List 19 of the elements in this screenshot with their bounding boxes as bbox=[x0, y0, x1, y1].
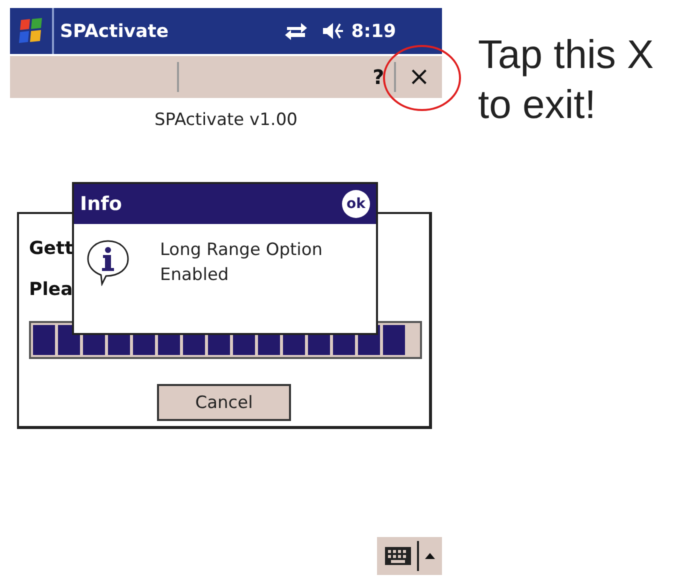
keyboard-icon bbox=[384, 547, 410, 565]
popup-message: Long Range Option Enabled bbox=[160, 239, 324, 287]
info-icon bbox=[86, 238, 130, 286]
annotation-text: to exit! bbox=[478, 82, 597, 129]
input-panel-button[interactable] bbox=[377, 537, 442, 575]
connectivity-icon[interactable] bbox=[283, 21, 310, 41]
popup-title: Info bbox=[80, 193, 122, 215]
cancel-button[interactable]: Cancel bbox=[157, 384, 291, 421]
clock: 8:19 bbox=[351, 20, 396, 42]
speaker-icon[interactable] bbox=[321, 21, 346, 41]
close-button[interactable]: × bbox=[408, 62, 430, 92]
ok-button[interactable]: ok bbox=[342, 190, 370, 218]
help-button[interactable]: ? bbox=[372, 65, 384, 89]
dialog-text: Gett bbox=[29, 238, 74, 259]
window-title: SPActivate bbox=[60, 20, 170, 42]
version-label: SPActivate v1.00 bbox=[154, 110, 298, 130]
dialog-text: Plea bbox=[29, 279, 73, 300]
up-arrow-icon bbox=[424, 553, 434, 559]
annotation-text: Tap this X bbox=[478, 32, 654, 79]
